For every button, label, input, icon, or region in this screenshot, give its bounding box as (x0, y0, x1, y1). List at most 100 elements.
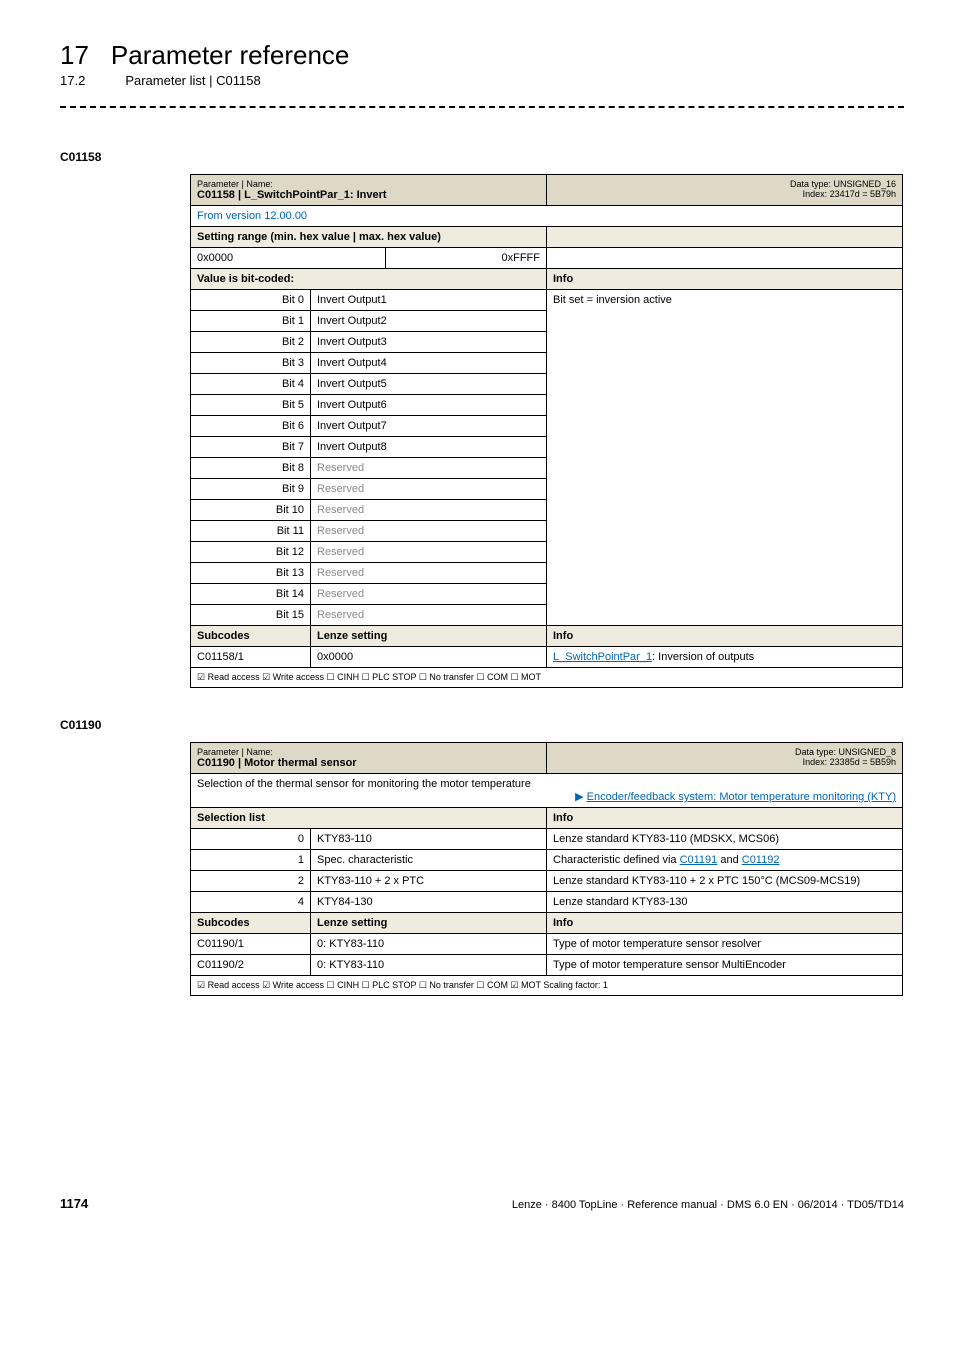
info-header: Info (547, 808, 903, 829)
param-header-cell: Parameter | Name: C01158 | L_SwitchPoint… (191, 175, 547, 206)
sel-num: 0 (191, 829, 311, 850)
bit-desc: Invert Output3 (311, 332, 547, 353)
bit-desc: Reserved (311, 479, 547, 500)
bit-label: Bit 15 (191, 605, 311, 626)
sel-name: KTY83-110 (311, 829, 547, 850)
bit-label: Bit 9 (191, 479, 311, 500)
bit-desc: Reserved (311, 458, 547, 479)
bit-desc: Reserved (311, 584, 547, 605)
bit-label: Bit 6 (191, 416, 311, 437)
sel-num: 2 (191, 871, 311, 892)
param-name-label: Parameter | Name: (197, 179, 540, 189)
bit-label: Bit 11 (191, 521, 311, 542)
lenze-value: 0: KTY83-110 (311, 955, 547, 976)
access-row: ☑ Read access ☑ Write access ☐ CINH ☐ PL… (191, 976, 903, 996)
blank-cell (547, 248, 903, 269)
sel-name: KTY83-110 + 2 x PTC (311, 871, 547, 892)
bitcoded-label: Value is bit-coded: (191, 269, 547, 290)
link-c01191[interactable]: C01191 (680, 854, 718, 866)
bit-desc: Reserved (311, 521, 547, 542)
section-header: 17.2 Parameter list | C01158 (60, 73, 904, 88)
sel-num: 1 (191, 850, 311, 871)
triangle-icon: ▶ (575, 791, 587, 803)
param-name-label: Parameter | Name: (197, 747, 540, 757)
chapter-title: Parameter reference (111, 40, 349, 71)
sel-info: Lenze standard KTY83-130 (547, 892, 903, 913)
link-encoder-feedback[interactable]: Encoder/feedback system: Motor temperatu… (587, 791, 896, 803)
param-name-value: C01158 | L_SwitchPointPar_1: Invert (197, 189, 540, 201)
bit-desc: Invert Output8 (311, 437, 547, 458)
sel-info: Lenze standard KTY83-110 (MDSKX, MCS06) (547, 829, 903, 850)
info-header: Info (547, 626, 903, 647)
param-index: Index: 23417d = 5B79h (553, 189, 896, 199)
lenze-header: Lenze setting (311, 913, 547, 934)
description-cell: Selection of the thermal sensor for moni… (191, 774, 903, 808)
sel-info: Characteristic defined via C01191 and C0… (547, 850, 903, 871)
bit-label: Bit 0 (191, 290, 311, 311)
bit-desc: Invert Output2 (311, 311, 547, 332)
subcode-value: C01158/1 (191, 647, 311, 668)
info-header: Info (547, 913, 903, 934)
sel-name: KTY84-130 (311, 892, 547, 913)
param-dtype: Data type: UNSIGNED_16 (553, 179, 896, 189)
param-id-c01190: C01190 (60, 718, 904, 732)
lenze-header: Lenze setting (311, 626, 547, 647)
bit-desc: Invert Output1 (311, 290, 547, 311)
chapter-header: 17 Parameter reference (60, 40, 904, 71)
param-header-cell: Parameter | Name: C01190 | Motor thermal… (191, 743, 547, 774)
subcode-value: C01190/1 (191, 934, 311, 955)
subcode-info: L_SwitchPointPar_1: Inversion of outputs (547, 647, 903, 668)
bit-desc: Reserved (311, 500, 547, 521)
subcodes-header: Subcodes (191, 626, 311, 647)
sel-num: 4 (191, 892, 311, 913)
bit-label: Bit 1 (191, 311, 311, 332)
page-footer: 1174 Lenze · 8400 TopLine · Reference ma… (60, 1196, 904, 1211)
bit-label: Bit 4 (191, 374, 311, 395)
bit-label: Bit 8 (191, 458, 311, 479)
bit-label: Bit 12 (191, 542, 311, 563)
bit-desc: Reserved (311, 542, 547, 563)
bit-label: Bit 7 (191, 437, 311, 458)
table-c01158: Parameter | Name: C01158 | L_SwitchPoint… (190, 174, 904, 688)
description-text: Selection of the thermal sensor for moni… (197, 778, 896, 790)
info-header: Info (547, 269, 903, 290)
sel-info: Lenze standard KTY83-110 + 2 x PTC 150°C… (547, 871, 903, 892)
link-c01192[interactable]: C01192 (742, 854, 780, 866)
subcode-info: Type of motor temperature sensor resolve… (547, 934, 903, 955)
bit-label: Bit 3 (191, 353, 311, 374)
bit-label: Bit 2 (191, 332, 311, 353)
bit-desc: Invert Output7 (311, 416, 547, 437)
param-name-value: C01190 | Motor thermal sensor (197, 757, 540, 769)
lenze-value: 0x0000 (311, 647, 547, 668)
doc-info: Lenze · 8400 TopLine · Reference manual … (512, 1199, 904, 1211)
section-title: Parameter list | C01158 (125, 73, 260, 88)
subcodes-header: Subcodes (191, 913, 311, 934)
bit-label: Bit 13 (191, 563, 311, 584)
sel-name: Spec. characteristic (311, 850, 547, 871)
blank-cell (547, 227, 903, 248)
chapter-number: 17 (60, 40, 89, 71)
bit-label: Bit 10 (191, 500, 311, 521)
setting-range-label: Setting range (min. hex value | max. hex… (191, 227, 547, 248)
bit-label: Bit 5 (191, 395, 311, 416)
bit-desc: Reserved (311, 605, 547, 626)
bit-label: Bit 14 (191, 584, 311, 605)
min-hex: 0x0000 (191, 248, 386, 269)
section-number: 17.2 (60, 73, 85, 88)
version-cell: From version 12.00.00 (191, 206, 903, 227)
lenze-value: 0: KTY83-110 (311, 934, 547, 955)
max-hex: 0xFFFF (386, 248, 547, 269)
bit-desc: Reserved (311, 563, 547, 584)
selection-header: Selection list (191, 808, 547, 829)
subcode-info: Type of motor temperature sensor MultiEn… (547, 955, 903, 976)
param-index: Index: 23385d = 5B59h (553, 757, 896, 767)
page-number: 1174 (60, 1196, 88, 1211)
bit-desc: Invert Output6 (311, 395, 547, 416)
bit-desc: Invert Output4 (311, 353, 547, 374)
link-switchpointpar[interactable]: L_SwitchPointPar_1 (553, 651, 652, 663)
bit-info: Bit set = inversion active (547, 290, 903, 626)
param-id-c01158: C01158 (60, 150, 904, 164)
param-dtype: Data type: UNSIGNED_8 (553, 747, 896, 757)
subcode-value: C01190/2 (191, 955, 311, 976)
param-dtype-cell: Data type: UNSIGNED_8 Index: 23385d = 5B… (547, 743, 903, 774)
